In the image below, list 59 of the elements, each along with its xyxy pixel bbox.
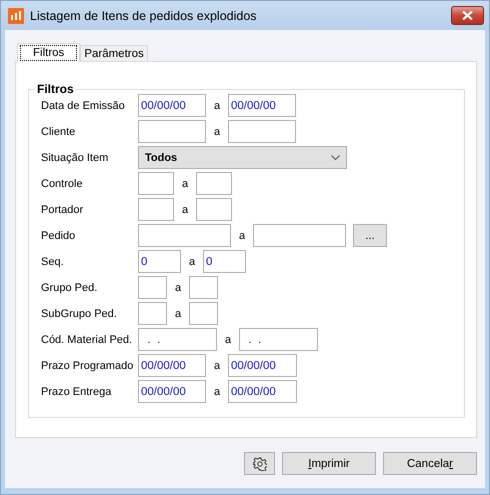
to-field[interactable]: 0	[203, 250, 246, 273]
close-icon	[462, 11, 473, 20]
field-label: Situação Item	[41, 152, 110, 164]
chevron-down-icon	[331, 155, 340, 160]
from-field[interactable]: 00/00/00	[138, 380, 206, 403]
to-field[interactable]	[196, 172, 232, 195]
action-button[interactable]: Imprimir	[282, 452, 376, 475]
from-field[interactable]	[138, 276, 167, 299]
tab[interactable]: Filtros	[17, 43, 80, 62]
action-button[interactable]: Cancelar	[383, 452, 477, 475]
from-field[interactable]: 00/00/00	[138, 354, 206, 377]
app-icon	[8, 8, 24, 24]
field-label: Pedido	[41, 230, 76, 242]
range-separator: a	[188, 256, 196, 268]
range-separator: a	[212, 386, 222, 398]
browse-button[interactable]: ...	[353, 224, 387, 247]
settings-icon	[252, 456, 266, 470]
from-field[interactable]	[138, 224, 231, 247]
field-label: Controle	[41, 178, 84, 190]
from-field[interactable]	[138, 198, 174, 221]
range-separator: a	[212, 100, 222, 112]
field-label: SubGrupo Ped.	[41, 308, 118, 320]
field-label: Portador	[41, 204, 84, 216]
to-field[interactable]	[196, 198, 232, 221]
tab[interactable]: Parâmetros	[80, 45, 148, 61]
status-dropdown[interactable]: Todos	[138, 146, 347, 169]
from-field[interactable]: . .	[138, 328, 217, 351]
field-label: Prazo Entrega	[41, 386, 112, 398]
field-label: Seq.	[41, 256, 65, 268]
field-label: Cód. Material Ped.	[41, 334, 134, 346]
to-field[interactable]: 00/00/00	[228, 354, 297, 377]
range-separator: a	[180, 178, 190, 190]
from-field[interactable]	[138, 302, 167, 325]
field-label: Data de Emissão	[41, 100, 126, 112]
to-field[interactable]	[189, 302, 218, 325]
range-separator: a	[174, 282, 182, 294]
field-label: Grupo Ped.	[41, 282, 98, 294]
range-separator: a	[224, 334, 232, 346]
settings-button[interactable]	[244, 452, 275, 475]
close-button[interactable]	[451, 6, 484, 25]
from-field[interactable]: 00/00/00	[138, 94, 206, 117]
range-separator: a	[174, 308, 182, 320]
group-title: Filtros	[35, 82, 76, 96]
range-separator: a	[180, 204, 190, 216]
field-label: Prazo Programado	[41, 360, 134, 372]
to-field[interactable]: 00/00/00	[228, 380, 297, 403]
to-field[interactable]	[189, 276, 218, 299]
from-field[interactable]	[138, 172, 174, 195]
from-field[interactable]	[138, 120, 206, 143]
to-field[interactable]: . .	[239, 328, 318, 351]
range-separator: a	[212, 126, 222, 138]
to-field[interactable]	[228, 120, 296, 143]
from-field[interactable]: 0	[138, 250, 181, 273]
window-title: Listagem de Itens de pedidos explodidos	[30, 8, 258, 22]
to-field[interactable]	[253, 224, 346, 247]
field-label: Cliente	[41, 126, 76, 138]
range-separator: a	[238, 230, 246, 242]
to-field[interactable]: 00/00/00	[228, 94, 296, 117]
range-separator: a	[212, 360, 222, 372]
